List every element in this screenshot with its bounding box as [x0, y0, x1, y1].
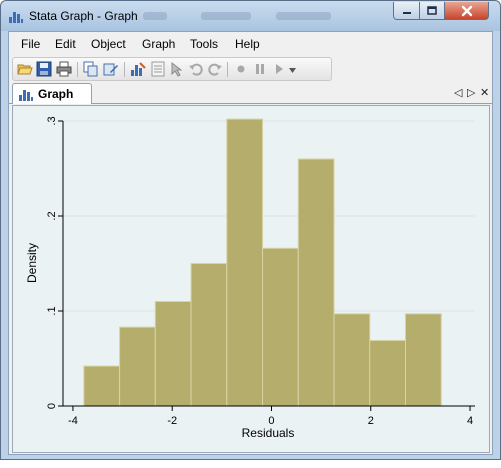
stata-graph-app-icon	[9, 12, 23, 23]
histogram-bar	[119, 326, 156, 407]
window-title: Stata Graph - Graph	[29, 9, 138, 23]
previous-tab-icon[interactable]: ◁	[454, 86, 462, 99]
graph-editor-icon[interactable]	[130, 61, 146, 77]
histogram-bar	[262, 247, 299, 407]
copy-icon[interactable]	[83, 61, 99, 77]
undo-icon[interactable]	[188, 61, 204, 77]
close-tab-icon[interactable]: ✕	[480, 86, 489, 99]
menu-object[interactable]: Object	[91, 37, 126, 51]
next-tab-icon[interactable]: ▷	[467, 86, 475, 99]
record-icon[interactable]	[233, 61, 249, 77]
x-tick-label: -2	[167, 415, 177, 427]
minimize-button[interactable]	[393, 2, 420, 20]
histogram-bar	[190, 263, 228, 407]
menu-edit[interactable]: Edit	[55, 37, 76, 51]
menu-help[interactable]: Help	[235, 37, 260, 51]
toolbar-separator	[77, 62, 78, 77]
open-folder-icon[interactable]	[17, 61, 33, 77]
toolbar-separator	[227, 62, 228, 77]
window-bottom-edge	[0, 460, 501, 468]
histogram-bar	[83, 365, 121, 407]
x-tick-label: -4	[68, 415, 78, 427]
window-client-area: File Edit Object Graph Tools Help Graph …	[8, 31, 493, 455]
histogram-bar	[333, 313, 371, 407]
pause-icon[interactable]	[252, 61, 268, 77]
histogram-chart: 0.1.2.3 -4 -2 0 2 4 Residuals Density	[25, 116, 475, 440]
tab-strip: Graph ◁ ▷ ✕	[9, 83, 492, 104]
histogram-bar	[154, 301, 192, 407]
graph-window: Stata Graph - Graph File Edit Object Gra…	[0, 0, 501, 460]
tab-label: Graph	[38, 87, 74, 101]
histogram-bar	[405, 313, 442, 407]
y-tick-label: .1	[46, 306, 58, 315]
toolbar-overflow-icon[interactable]	[288, 64, 297, 76]
rename-icon[interactable]	[103, 61, 119, 77]
menu-file[interactable]: File	[21, 37, 40, 51]
y-tick-label: 0	[46, 403, 58, 409]
redacted-title-text	[276, 12, 331, 20]
x-tick-label: 4	[467, 415, 473, 427]
toolbar	[12, 57, 332, 81]
pointer-tool-icon[interactable]	[169, 61, 185, 77]
tab-graph[interactable]: Graph	[12, 83, 92, 104]
histogram-bar	[369, 339, 407, 407]
maximize-icon	[427, 5, 437, 15]
print-icon[interactable]	[56, 61, 72, 77]
x-tick-label: 2	[368, 415, 374, 427]
histogram-bar	[297, 158, 335, 407]
minimize-icon	[402, 11, 411, 14]
y-tick-label: .3	[46, 116, 58, 125]
redacted-title-text	[143, 12, 167, 20]
menu-tools[interactable]: Tools	[190, 37, 218, 51]
redacted-title-text	[201, 12, 251, 20]
toolbar-separator	[124, 62, 125, 77]
data-editor-icon[interactable]	[150, 61, 166, 77]
graph-canvas[interactable]: 0.1.2.3 -4 -2 0 2 4 Residuals Density	[12, 105, 490, 453]
close-icon	[461, 5, 472, 16]
redo-icon[interactable]	[207, 61, 223, 77]
close-window-button[interactable]	[444, 2, 489, 20]
graph-tab-icon	[19, 90, 33, 101]
histogram-bar	[226, 118, 264, 407]
save-icon[interactable]	[36, 61, 52, 77]
x-axis-label: Residuals	[242, 426, 295, 440]
y-tick-label: .2	[46, 211, 58, 220]
y-axis-label: Density	[25, 243, 39, 283]
title-bar[interactable]: Stata Graph - Graph	[1, 1, 500, 31]
menu-graph[interactable]: Graph	[142, 37, 175, 51]
play-icon[interactable]	[271, 61, 287, 77]
menu-bar: File Edit Object Graph Tools Help	[9, 32, 492, 54]
maximize-button[interactable]	[419, 2, 445, 20]
